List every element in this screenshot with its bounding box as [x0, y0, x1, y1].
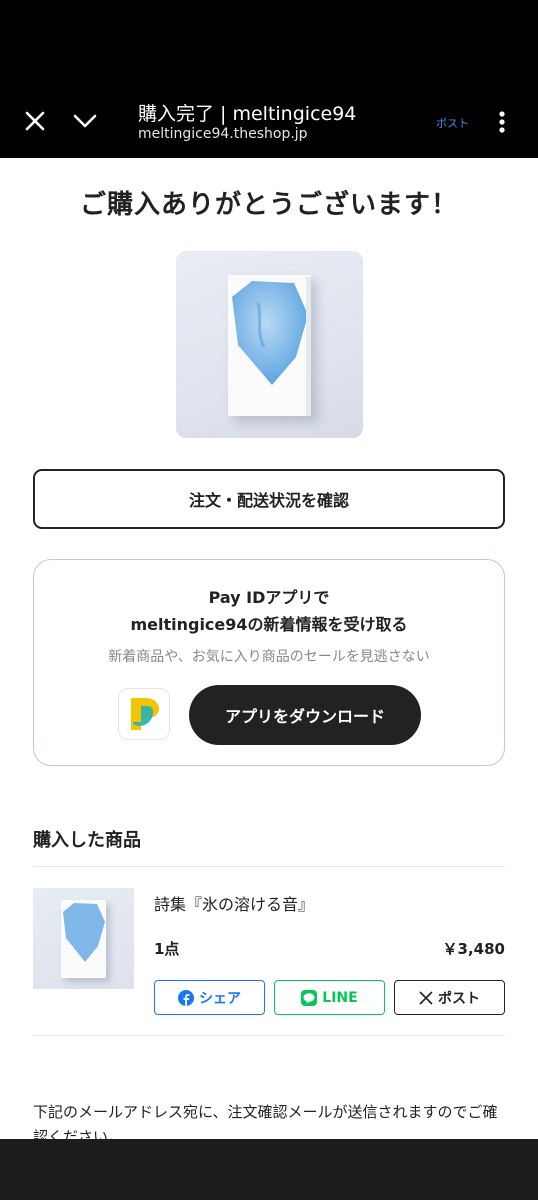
chevron-down-icon[interactable]	[63, 99, 107, 143]
browser-toolbar: 購入完了 | meltingice94 meltingice94.theshop…	[0, 0, 538, 158]
page-title: 購入完了 | meltingice94	[138, 103, 357, 125]
item-price: ￥3,480	[442, 940, 505, 958]
ice-artwork	[63, 903, 105, 962]
more-options-icon[interactable]	[488, 108, 516, 136]
x-post-label: ポスト	[438, 990, 480, 1007]
divider	[33, 866, 505, 867]
section-title-purchased: 購入した商品	[33, 830, 141, 851]
x-post-button[interactable]: ポスト	[394, 980, 505, 1015]
thanks-heading: ご購入ありがとうございます！	[79, 190, 458, 220]
line-share-label: LINE	[322, 989, 358, 1006]
ice-artwork	[232, 281, 308, 385]
divider	[33, 1035, 505, 1036]
book-cover	[228, 275, 311, 416]
line-share-button[interactable]: LINE	[274, 980, 385, 1015]
item-name[interactable]: 詩集『氷の溶ける音』	[154, 891, 314, 915]
x-logo-icon	[419, 990, 433, 1005]
post-link[interactable]: ポスト	[436, 115, 469, 131]
product-image	[176, 251, 363, 438]
payid-heading-line2: meltingice94の新着情報を受け取る	[130, 615, 408, 634]
facebook-icon	[178, 989, 194, 1006]
payid-promo-card: Pay IDアプリで meltingice94の新着情報を受け取る 新着商品や、…	[33, 559, 505, 766]
page-url[interactable]: meltingice94.theshop.jp	[138, 126, 308, 142]
payid-subtitle: 新着商品や、お気に入り商品のセールを見逃さない	[108, 649, 430, 665]
item-thumbnail[interactable]	[33, 888, 134, 989]
payid-app-icon[interactable]	[118, 688, 170, 740]
line-icon	[301, 989, 318, 1006]
order-status-button[interactable]: 注文・配送状況を確認	[33, 469, 505, 529]
payid-heading-line1: Pay IDアプリで	[208, 588, 330, 607]
bottom-navigation-bar	[0, 1139, 538, 1200]
facebook-share-label: シェア	[199, 990, 241, 1007]
close-icon[interactable]	[13, 99, 57, 143]
item-quantity: 1点	[154, 940, 180, 958]
download-app-button[interactable]: アプリをダウンロード	[189, 685, 421, 745]
facebook-share-button[interactable]: シェア	[154, 980, 265, 1015]
